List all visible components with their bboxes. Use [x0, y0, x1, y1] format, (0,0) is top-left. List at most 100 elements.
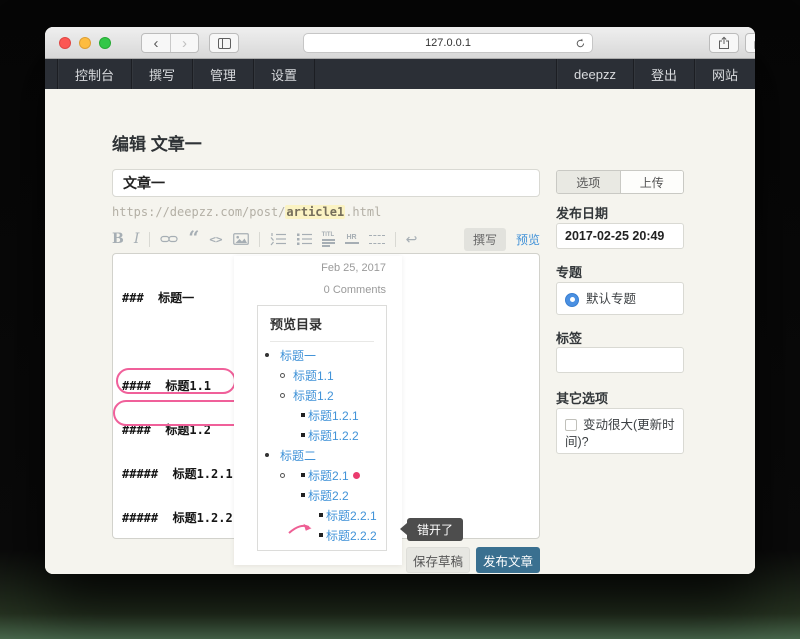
blockquote-icon[interactable]: “ [188, 234, 199, 244]
nav-item-label: 设置 [271, 65, 297, 84]
tab-overview-button[interactable] [745, 33, 755, 53]
sidebar-tab-group: 选项 上传 [556, 170, 684, 194]
forward-button[interactable]: › [170, 34, 198, 52]
toc-link[interactable]: 标题2.2.1 [326, 507, 377, 524]
unordered-list-icon[interactable] [296, 232, 312, 246]
bold-icon[interactable]: B [112, 231, 124, 247]
code-icon[interactable]: <> [209, 233, 222, 246]
major-change-option[interactable]: 变动很大(更新时间)? [565, 417, 675, 451]
toc-link[interactable]: 标题1.1 [293, 367, 334, 384]
toc-item: 标题2.2.2 [258, 528, 386, 542]
nav-item-label: 网站 [712, 65, 738, 84]
sidebar-toggle-button[interactable] [209, 33, 239, 53]
article-title-input[interactable] [112, 169, 540, 197]
nav-item-settings[interactable]: 设置 [253, 59, 315, 89]
nav-item-website[interactable]: 网站 [694, 59, 755, 89]
toc-link[interactable]: 标题2.2.2 [326, 527, 377, 544]
square-marker [301, 413, 305, 417]
nav-item-logout[interactable]: 登出 [633, 59, 694, 89]
ordered-list-icon[interactable] [270, 232, 286, 246]
editor-toolbar: B I “ <> [112, 229, 540, 249]
tab-options[interactable]: 选项 [557, 171, 620, 193]
url-text: 127.0.0.1 [425, 37, 471, 49]
tab-upload[interactable]: 上传 [620, 171, 684, 193]
tooltip-arrow [400, 523, 407, 535]
toc-link[interactable]: 标题1.2 [293, 387, 334, 404]
topic-label: 专题 [556, 262, 684, 281]
circle-marker [280, 393, 285, 398]
annotation-circle-heading2 [116, 368, 236, 394]
toc-link[interactable]: 标题1.2.2 [308, 427, 359, 444]
toc-item: 标题2.2 [258, 488, 386, 502]
other-options-box: 变动很大(更新时间)? [556, 408, 684, 454]
minimize-window-button[interactable] [79, 37, 91, 49]
toc-link[interactable]: 标题2.2 [308, 487, 349, 504]
toc-item: 标题1.2 [258, 388, 386, 402]
refresh-icon[interactable] [575, 38, 586, 49]
nav-item-label: 控制台 [75, 65, 114, 84]
heading-icon-caption: TITL [322, 232, 335, 238]
topic-option-row[interactable]: 默认专题 [565, 291, 675, 308]
forward-icon: › [182, 35, 187, 52]
nav-item-label: deepzz [574, 67, 616, 82]
major-change-label: 变动很大(更新时间)? [565, 418, 675, 449]
toc-item-misaligned: 标题2.1 [258, 468, 386, 482]
nav-item-username[interactable]: deepzz [556, 59, 633, 89]
heading-icon[interactable]: TITL [322, 232, 335, 247]
tags-label: 标签 [556, 328, 684, 347]
permalink-suffix: .html [345, 205, 381, 219]
radio-selected-icon[interactable] [565, 293, 579, 307]
page-content: 编辑 文章一 https://deepzz.com/post/article1.… [45, 89, 755, 574]
nav-spacer [315, 59, 556, 89]
permalink-prefix: https://deepzz.com/post/ [112, 205, 285, 219]
topic-option-label: 默认专题 [586, 291, 636, 308]
page-title: 编辑 文章一 [112, 130, 202, 155]
preview-comments-count[interactable]: 0 Comments [324, 284, 386, 296]
undo-icon[interactable]: ↩ [406, 232, 418, 246]
back-icon: ‹ [154, 35, 159, 52]
toc-link[interactable]: 标题2.1 [308, 467, 349, 484]
close-window-button[interactable] [59, 37, 71, 49]
nav-item-write[interactable]: 撰写 [131, 59, 192, 89]
checkbox-unchecked-icon[interactable] [565, 419, 577, 431]
nav-item-console[interactable]: 控制台 [57, 59, 131, 89]
toolbar-divider [149, 232, 150, 247]
nav-item-manage[interactable]: 管理 [192, 59, 253, 89]
hr-icon-bar [345, 242, 359, 244]
toc-item: 标题一 [258, 348, 386, 362]
address-bar[interactable]: 127.0.0.1 [303, 33, 593, 53]
link-icon[interactable] [160, 234, 178, 244]
toolbar-divider [395, 232, 396, 247]
preview-mode-button[interactable]: 预览 [516, 231, 540, 248]
heading-icon-bar [322, 239, 335, 241]
tooltip-text: 错开了 [417, 521, 453, 538]
nav-item-label: 管理 [210, 65, 236, 84]
share-button[interactable] [709, 33, 739, 53]
publish-button[interactable]: 发布文章 [476, 547, 540, 573]
heading-icon-bar [322, 242, 335, 244]
horizontal-rule-icon[interactable]: HR [345, 234, 359, 244]
square-marker [301, 493, 305, 497]
page-break-icon[interactable] [369, 235, 385, 244]
hr-icon-caption: HR [347, 234, 357, 241]
toolbar-divider [259, 232, 260, 247]
annotation-tooltip: 错开了 [407, 518, 463, 541]
publish-date-input[interactable] [556, 223, 684, 249]
write-mode-button[interactable]: 撰写 [464, 228, 506, 251]
toc-item: 标题1.2.1 [258, 408, 386, 422]
toc-title: 预览目录 [270, 314, 374, 342]
toc-link[interactable]: 标题1.2.1 [308, 407, 359, 424]
annotation-arrow-icon [288, 521, 316, 536]
save-draft-button[interactable]: 保存草稿 [406, 547, 470, 573]
browser-window: ‹ › 127.0.0.1 [45, 27, 755, 574]
tags-input[interactable] [556, 347, 684, 373]
toc-link[interactable]: 标题一 [280, 347, 316, 364]
error-dot [353, 472, 360, 479]
image-icon[interactable] [233, 233, 249, 245]
preview-date: Feb 25, 2017 [321, 262, 386, 274]
toc-link[interactable]: 标题二 [280, 447, 316, 464]
permalink-slug: article1 [285, 205, 345, 219]
italic-icon[interactable]: I [134, 231, 140, 247]
zoom-window-button[interactable] [99, 37, 111, 49]
back-button[interactable]: ‹ [142, 34, 170, 52]
